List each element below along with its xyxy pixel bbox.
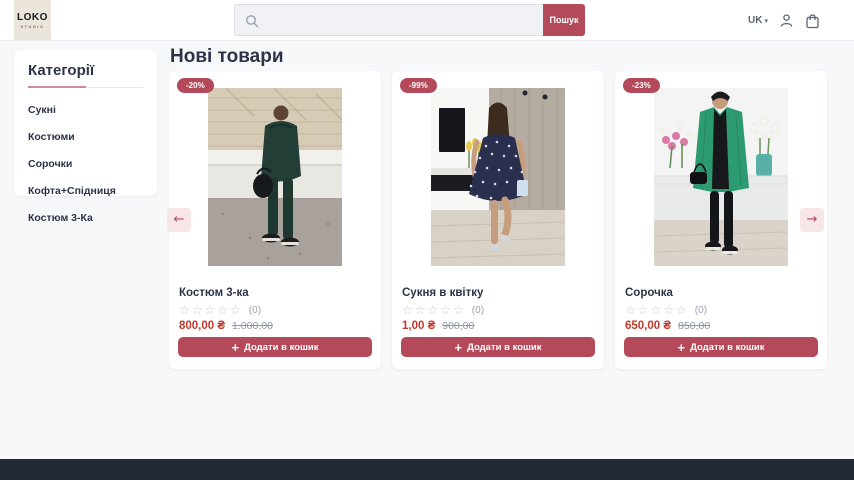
search-input[interactable] <box>235 5 543 35</box>
list-item: Кофта+Спідниця <box>28 181 143 199</box>
add-to-cart-label: Додати в кошик <box>690 342 764 353</box>
categories-title: Категорії <box>28 62 143 79</box>
current-price: 800,00 ₴ <box>179 320 225 332</box>
star-icons: ☆☆☆☆☆ <box>625 304 689 316</box>
product-title[interactable]: Сукня в квітку <box>402 287 483 299</box>
product-image[interactable] <box>431 88 565 266</box>
header: LOKO STUDIO Пошук UK ▾ <box>0 0 854 41</box>
product-card: -99% <box>392 71 604 369</box>
list-item: Костюми <box>28 127 143 145</box>
sidebar-item-kostium-3ka[interactable]: Костюм 3-Ка <box>28 212 93 224</box>
logo-title: LOKO <box>17 12 48 23</box>
product-prices: 650,00 ₴ 850,00 <box>625 320 710 332</box>
star-icons: ☆☆☆☆☆ <box>402 304 466 316</box>
carousel-prev-button[interactable]: ← <box>167 208 191 232</box>
plus-icon: + <box>454 341 462 354</box>
product-prices: 800,00 ₴ 1.000,00 <box>179 320 273 332</box>
sidebar-item-kostiumy[interactable]: Костюми <box>28 131 75 143</box>
product-prices: 1,00 ₴ 900,00 <box>402 320 474 332</box>
plus-icon: + <box>231 341 239 354</box>
carousel-next-button[interactable]: → <box>800 208 824 232</box>
sidebar-item-kofta-spidnytsia[interactable]: Кофта+Спідниця <box>28 185 116 197</box>
page-title: Нові товари <box>170 46 284 68</box>
sidebar-item-sukni[interactable]: Сукні <box>28 104 56 116</box>
new-products-carousel: -20% <box>169 71 827 369</box>
language-selector[interactable]: UK ▾ <box>748 15 768 26</box>
user-icon <box>779 13 794 28</box>
logo-subtitle: STUDIO <box>20 24 44 29</box>
add-to-cart-label: Додати в кошик <box>244 342 318 353</box>
search-button[interactable]: Пошук <box>543 4 585 36</box>
chevron-down-icon: ▾ <box>764 17 768 25</box>
add-to-cart-button[interactable]: + Додати в кошик <box>624 337 818 357</box>
product-rating: ☆☆☆☆☆ (0) <box>179 304 261 316</box>
product-image[interactable] <box>208 88 342 266</box>
header-actions: UK ▾ <box>748 0 820 41</box>
search-box <box>234 4 543 36</box>
old-price: 1.000,00 <box>232 320 273 332</box>
old-price: 900,00 <box>442 320 474 332</box>
star-icons: ☆☆☆☆☆ <box>179 304 243 316</box>
cart-button[interactable] <box>805 13 820 29</box>
shopping-bag-icon <box>805 13 820 29</box>
rating-count: (0) <box>472 305 484 316</box>
add-to-cart-button[interactable]: + Додати в кошик <box>178 337 372 357</box>
search-bar: Пошук <box>234 4 585 36</box>
product-rating: ☆☆☆☆☆ (0) <box>625 304 707 316</box>
discount-badge: -99% <box>400 78 437 93</box>
discount-badge: -23% <box>623 78 660 93</box>
old-price: 850,00 <box>678 320 710 332</box>
footer <box>0 459 854 480</box>
add-to-cart-button[interactable]: + Додати в кошик <box>401 337 595 357</box>
sidebar-item-sorochky[interactable]: Сорочки <box>28 158 72 170</box>
product-title[interactable]: Костюм 3-ка <box>179 287 249 299</box>
category-list: Сукні Костюми Сорочки Кофта+Спідниця Кос… <box>28 100 143 226</box>
product-title[interactable]: Сорочка <box>625 287 673 299</box>
search-icon <box>245 14 259 33</box>
list-item: Сорочки <box>28 154 143 172</box>
product-card: -23% <box>615 71 827 369</box>
list-item: Сукні <box>28 100 143 118</box>
plus-icon: + <box>677 341 685 354</box>
product-rating: ☆☆☆☆☆ (0) <box>402 304 484 316</box>
logo[interactable]: LOKO STUDIO <box>14 0 51 40</box>
account-button[interactable] <box>779 13 794 28</box>
categories-panel: Категорії Сукні Костюми Сорочки Кофта+Сп… <box>14 50 157 196</box>
current-price: 650,00 ₴ <box>625 320 671 332</box>
rating-count: (0) <box>695 305 707 316</box>
rating-count: (0) <box>249 305 261 316</box>
divider <box>28 86 143 88</box>
product-image[interactable] <box>654 88 788 266</box>
list-item: Костюм 3-Ка <box>28 208 143 226</box>
current-price: 1,00 ₴ <box>402 320 435 332</box>
language-code: UK <box>748 15 762 26</box>
add-to-cart-label: Додати в кошик <box>467 342 541 353</box>
product-card: -20% <box>169 71 381 369</box>
discount-badge: -20% <box>177 78 214 93</box>
